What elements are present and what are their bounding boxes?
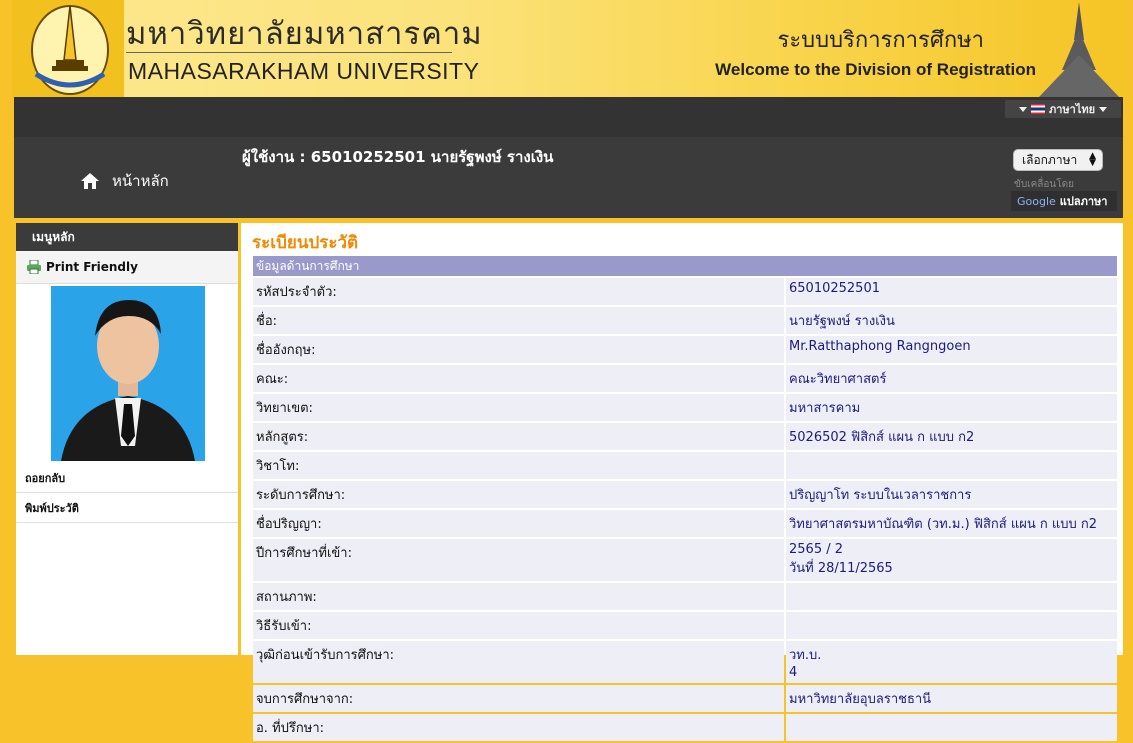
table-row: วิทยาเขต: มหาสารคาม — [253, 394, 1117, 421]
section-header: ข้อมูลด้านการศึกษา — [253, 256, 1117, 276]
field-label: วิธีรับเข้า: — [253, 612, 784, 639]
field-label: ชื่อ: — [253, 307, 784, 334]
table-row: คณะ: คณะวิทยาศาสตร์ — [253, 365, 1117, 392]
field-label: สถานภาพ: — [253, 583, 784, 610]
university-seal-icon — [12, 0, 124, 97]
table-row: อ. ที่ปรึกษา: — [253, 714, 1117, 741]
field-value — [786, 612, 1117, 639]
table-row: รหัสประจำตัว: 65010252501 — [253, 278, 1117, 305]
language-label: ภาษาไทย — [1049, 103, 1096, 116]
table-row: สถานภาพ: — [253, 583, 1117, 610]
student-photo — [51, 286, 205, 461]
table-row: หลักสูตร: 5026502 ฟิสิกส์ แผน ก แบบ ก2 — [253, 423, 1117, 450]
powered-by-label: ขับเคลื่อนโดย — [1014, 179, 1074, 190]
table-row: ชื่อ: นายรัฐพงษ์ รางเงิน — [253, 307, 1117, 334]
field-value: 2565 / 2 วันที่ 28/11/2565 — [786, 539, 1117, 581]
registration-welcome: Welcome to the Division of Registration — [715, 60, 1036, 79]
field-label: วิชาโท: — [253, 452, 784, 479]
table-row: จบการศึกษาจาก: มหาวิทยาลัยอุบลราชธานี — [253, 685, 1117, 712]
home-label: หน้าหลัก — [112, 172, 169, 190]
field-value: 65010252501 — [786, 278, 1117, 305]
page-title: ระเบียนประวัติ — [252, 233, 359, 253]
caret-down-icon — [1099, 106, 1108, 112]
print-friendly-button[interactable]: Print Friendly — [16, 251, 238, 284]
field-value: มหาสารคาม — [786, 394, 1117, 421]
field-value: มหาวิทยาลัยอุบลราชธานี — [786, 685, 1117, 712]
translate-label: แปลภาษา — [1059, 195, 1108, 208]
field-value: คณะวิทยาศาสตร์ — [786, 365, 1117, 392]
pagoda-icon — [1039, 2, 1119, 97]
field-label: ชื่อปริญญา: — [253, 510, 784, 537]
field-label: วิทยาเขต: — [253, 394, 784, 421]
field-label: จบการศึกษาจาก: — [253, 685, 784, 712]
field-value — [786, 714, 1117, 741]
field-label: อ. ที่ปรึกษา: — [253, 714, 784, 741]
navigation-bar: หน้าหลัก ผู้ใช้งาน : 65010252501 นายรัฐพ… — [14, 137, 1123, 218]
field-label: วุฒิก่อนเข้ารับการศึกษา: — [253, 641, 784, 683]
field-value: ปริญญาโท ระบบในเวลาราชการ — [786, 481, 1117, 508]
site-banner: มหาวิทยาลัยมหาสารคาม MAHASARAKHAM UNIVER… — [12, 0, 1124, 97]
field-label: คณะ: — [253, 365, 784, 392]
table-row: ชื่อปริญญา: วิทยาศาสตรมหาบัณฑิต (วท.ม.) ฟ… — [253, 510, 1117, 537]
print-friendly-label: Print Friendly — [46, 260, 138, 274]
table-row: ปีการศึกษาที่เข้า: 2565 / 2 วันที่ 28/11/… — [253, 539, 1117, 581]
field-label: ชื่ออังกฤษ: — [253, 336, 784, 363]
field-value: Mr.Ratthaphong Rangngoen — [786, 336, 1117, 363]
profile-table: รหัสประจำตัว: 65010252501 ชื่อ: นายรัฐพงษ์ … — [253, 278, 1117, 743]
table-row: วิชาโท: — [253, 452, 1117, 479]
field-value: นายรัฐพงษ์ รางเงิน — [786, 307, 1117, 334]
google-logo: Google — [1017, 194, 1056, 208]
user-info: ผู้ใช้งาน : 65010252501 นายรัฐพงษ์ รางเง… — [242, 148, 554, 166]
top-bar: ภาษาไทย — [14, 97, 1123, 137]
field-value — [786, 583, 1117, 610]
google-translate-button[interactable]: Google แปลภาษา — [1011, 191, 1117, 211]
table-row: ระดับการศึกษา: ปริญญาโท ระบบในเวลาราชการ — [253, 481, 1117, 508]
table-row: ชื่ออังกฤษ: Mr.Ratthaphong Rangngoen — [253, 336, 1117, 363]
table-row: วุฒิก่อนเข้ารับการศึกษา: วท.บ. 4 — [253, 641, 1117, 683]
main-content: ระเบียนประวัติ ข้อมูลด้านการศึกษา รหัสปร… — [241, 223, 1123, 741]
field-value — [786, 452, 1117, 479]
divider — [126, 52, 452, 53]
home-icon — [81, 173, 99, 189]
back-link[interactable]: ถอยกลับ — [16, 463, 238, 493]
sidebar-title: เมนูหลัก — [16, 223, 238, 251]
language-select-label: เลือกภาษา — [1022, 152, 1078, 167]
field-value: วท.บ. 4 — [786, 641, 1117, 683]
registration-title-thai: ระบบบริการการศึกษา — [777, 28, 984, 53]
university-name-thai: มหาวิทยาลัยมหาสารคาม — [126, 16, 483, 52]
table-row: วิธีรับเข้า: — [253, 612, 1117, 639]
field-label: ระดับการศึกษา: — [253, 481, 784, 508]
print-history-link[interactable]: พิมพ์ประวัติ — [16, 493, 238, 523]
language-dropdown[interactable]: ภาษาไทย — [1005, 100, 1121, 118]
thai-flag-icon — [1031, 104, 1045, 114]
field-label: รหัสประจำตัว: — [253, 278, 784, 305]
updown-arrow-icon: ▲ ▼ — [1089, 151, 1096, 168]
home-link[interactable]: หน้าหลัก — [80, 169, 169, 193]
sidebar: เมนูหลัก Print Friendly ถอยกลับ พิมพ์ประ… — [16, 223, 238, 655]
language-select[interactable]: เลือกภาษา ▲ ▼ — [1013, 149, 1103, 171]
caret-down-icon — [1019, 106, 1027, 112]
university-name-english: MAHASARAKHAM UNIVERSITY — [128, 58, 480, 84]
field-value: วิทยาศาสตรมหาบัณฑิต (วท.ม.) ฟิสิกส์ แผน … — [786, 510, 1117, 537]
field-label: ปีการศึกษาที่เข้า: — [253, 539, 784, 581]
field-label: หลักสูตร: — [253, 423, 784, 450]
field-value: 5026502 ฟิสิกส์ แผน ก แบบ ก2 — [786, 423, 1117, 450]
printer-icon — [27, 260, 41, 274]
